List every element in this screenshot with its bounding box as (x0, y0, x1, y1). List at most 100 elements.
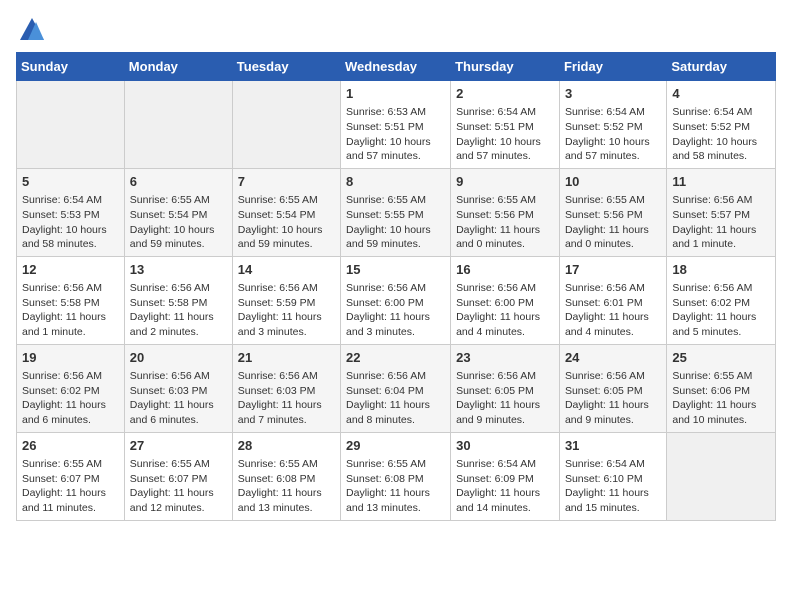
calendar-cell: 5 Sunrise: 6:54 AM Sunset: 5:53 PM Daylig… (17, 168, 125, 256)
day-number: 13 (130, 261, 227, 279)
calendar-cell: 25Sunrise: 6:55 AM Sunset: 6:06 PM Dayli… (667, 344, 776, 432)
calendar-cell: 8 Sunrise: 6:55 AM Sunset: 5:55 PM Daylig… (341, 168, 451, 256)
calendar-cell: 23 Sunrise: 6:56 AM Sunset: 6:05 PM Dayli… (451, 344, 560, 432)
day-number: 8 (346, 173, 445, 191)
day-info: Sunrise: 6:56 AM Sunset: 5:59 PM Dayligh… (238, 281, 335, 340)
calendar-cell: 22 Sunrise: 6:56 AM Sunset: 6:04 PM Dayli… (341, 344, 451, 432)
day-info: Sunrise: 6:55 AM Sunset: 6:08 PM Dayligh… (238, 457, 335, 516)
calendar-cell: 30 Sunrise: 6:54 AM Sunset: 6:09 PM Dayli… (451, 432, 560, 520)
calendar-cell: 2 Sunrise: 6:54 AM Sunset: 5:51 PM Daylig… (451, 81, 560, 169)
calendar-cell: 7Sunrise: 6:55 AM Sunset: 5:54 PM Daylig… (232, 168, 340, 256)
day-info: Sunrise: 6:56 AM Sunset: 5:58 PM Dayligh… (22, 281, 119, 340)
calendar-cell: 16 Sunrise: 6:56 AM Sunset: 6:00 PM Dayli… (451, 256, 560, 344)
day-number: 18 (672, 261, 770, 279)
day-number: 16 (456, 261, 554, 279)
day-number: 14 (238, 261, 335, 279)
calendar-cell: 12 Sunrise: 6:56 AM Sunset: 5:58 PM Dayli… (17, 256, 125, 344)
calendar-cell: 28 Sunrise: 6:55 AM Sunset: 6:08 PM Dayli… (232, 432, 340, 520)
day-number: 3 (565, 85, 661, 103)
day-info: Sunrise: 6:54 AM Sunset: 5:51 PM Dayligh… (456, 105, 554, 164)
page-header (16, 16, 776, 44)
day-number: 10 (565, 173, 661, 191)
day-info: Sunrise: 6:55 AM Sunset: 6:08 PM Dayligh… (346, 457, 445, 516)
day-info: Sunrise: 6:55 AM Sunset: 5:56 PM Dayligh… (565, 193, 661, 252)
day-number: 2 (456, 85, 554, 103)
calendar-cell (124, 81, 232, 169)
day-number: 23 (456, 349, 554, 367)
weekday-header-row: SundayMondayTuesdayWednesdayThursdayFrid… (17, 53, 776, 81)
weekday-header-monday: Monday (124, 53, 232, 81)
day-info: Sunrise: 6:55 AM Sunset: 6:07 PM Dayligh… (22, 457, 119, 516)
calendar-table: SundayMondayTuesdayWednesdayThursdayFrid… (16, 52, 776, 521)
calendar-cell: 14 Sunrise: 6:56 AM Sunset: 5:59 PM Dayli… (232, 256, 340, 344)
logo (16, 16, 46, 44)
day-number: 1 (346, 85, 445, 103)
day-info: Sunrise: 6:56 AM Sunset: 6:02 PM Dayligh… (22, 369, 119, 428)
day-info: Sunrise: 6:56 AM Sunset: 6:00 PM Dayligh… (456, 281, 554, 340)
day-number: 9 (456, 173, 554, 191)
calendar-cell: 26 Sunrise: 6:55 AM Sunset: 6:07 PM Dayli… (17, 432, 125, 520)
day-info: Sunrise: 6:56 AM Sunset: 6:05 PM Dayligh… (456, 369, 554, 428)
day-number: 11 (672, 173, 770, 191)
weekday-header-thursday: Thursday (451, 53, 560, 81)
calendar-cell: 31Sunrise: 6:54 AM Sunset: 6:10 PM Dayli… (559, 432, 666, 520)
week-row-3: 12 Sunrise: 6:56 AM Sunset: 5:58 PM Dayli… (17, 256, 776, 344)
calendar-cell: 20 Sunrise: 6:56 AM Sunset: 6:03 PM Dayli… (124, 344, 232, 432)
calendar-cell: 13 Sunrise: 6:56 AM Sunset: 5:58 PM Dayli… (124, 256, 232, 344)
day-info: Sunrise: 6:54 AM Sunset: 5:52 PM Dayligh… (565, 105, 661, 164)
day-number: 12 (22, 261, 119, 279)
weekday-header-saturday: Saturday (667, 53, 776, 81)
calendar-cell: 21Sunrise: 6:56 AM Sunset: 6:03 PM Dayli… (232, 344, 340, 432)
calendar-cell: 29 Sunrise: 6:55 AM Sunset: 6:08 PM Dayli… (341, 432, 451, 520)
day-number: 29 (346, 437, 445, 455)
day-info: Sunrise: 6:56 AM Sunset: 6:01 PM Dayligh… (565, 281, 661, 340)
day-info: Sunrise: 6:55 AM Sunset: 6:07 PM Dayligh… (130, 457, 227, 516)
day-number: 5 (22, 173, 119, 191)
day-number: 26 (22, 437, 119, 455)
day-number: 24 (565, 349, 661, 367)
day-info: Sunrise: 6:56 AM Sunset: 6:00 PM Dayligh… (346, 281, 445, 340)
week-row-5: 26 Sunrise: 6:55 AM Sunset: 6:07 PM Dayli… (17, 432, 776, 520)
calendar-cell: 6Sunrise: 6:55 AM Sunset: 5:54 PM Daylig… (124, 168, 232, 256)
week-row-2: 5 Sunrise: 6:54 AM Sunset: 5:53 PM Daylig… (17, 168, 776, 256)
day-number: 17 (565, 261, 661, 279)
weekday-header-friday: Friday (559, 53, 666, 81)
day-info: Sunrise: 6:55 AM Sunset: 5:56 PM Dayligh… (456, 193, 554, 252)
logo-icon (18, 16, 46, 44)
calendar-cell: 11Sunrise: 6:56 AM Sunset: 5:57 PM Dayli… (667, 168, 776, 256)
calendar-cell (232, 81, 340, 169)
day-info: Sunrise: 6:56 AM Sunset: 6:02 PM Dayligh… (672, 281, 770, 340)
calendar-cell: 9 Sunrise: 6:55 AM Sunset: 5:56 PM Daylig… (451, 168, 560, 256)
week-row-4: 19Sunrise: 6:56 AM Sunset: 6:02 PM Dayli… (17, 344, 776, 432)
day-number: 20 (130, 349, 227, 367)
calendar-cell: 18 Sunrise: 6:56 AM Sunset: 6:02 PM Dayli… (667, 256, 776, 344)
day-number: 27 (130, 437, 227, 455)
calendar-cell (17, 81, 125, 169)
day-number: 31 (565, 437, 661, 455)
calendar-cell: 10 Sunrise: 6:55 AM Sunset: 5:56 PM Dayli… (559, 168, 666, 256)
day-number: 30 (456, 437, 554, 455)
day-info: Sunrise: 6:56 AM Sunset: 5:58 PM Dayligh… (130, 281, 227, 340)
calendar-cell: 4Sunrise: 6:54 AM Sunset: 5:52 PM Daylig… (667, 81, 776, 169)
day-info: Sunrise: 6:56 AM Sunset: 6:03 PM Dayligh… (130, 369, 227, 428)
calendar-cell: 15Sunrise: 6:56 AM Sunset: 6:00 PM Dayli… (341, 256, 451, 344)
weekday-header-tuesday: Tuesday (232, 53, 340, 81)
calendar-cell (667, 432, 776, 520)
calendar-cell: 19Sunrise: 6:56 AM Sunset: 6:02 PM Dayli… (17, 344, 125, 432)
day-info: Sunrise: 6:56 AM Sunset: 6:03 PM Dayligh… (238, 369, 335, 428)
calendar-cell: 1 Sunrise: 6:53 AM Sunset: 5:51 PM Daylig… (341, 81, 451, 169)
day-number: 22 (346, 349, 445, 367)
day-number: 25 (672, 349, 770, 367)
day-info: Sunrise: 6:54 AM Sunset: 6:09 PM Dayligh… (456, 457, 554, 516)
day-info: Sunrise: 6:54 AM Sunset: 5:53 PM Dayligh… (22, 193, 119, 252)
day-info: Sunrise: 6:53 AM Sunset: 5:51 PM Dayligh… (346, 105, 445, 164)
calendar-cell: 24 Sunrise: 6:56 AM Sunset: 6:05 PM Dayli… (559, 344, 666, 432)
weekday-header-wednesday: Wednesday (341, 53, 451, 81)
week-row-1: 1 Sunrise: 6:53 AM Sunset: 5:51 PM Daylig… (17, 81, 776, 169)
day-info: Sunrise: 6:56 AM Sunset: 6:04 PM Dayligh… (346, 369, 445, 428)
day-number: 4 (672, 85, 770, 103)
day-info: Sunrise: 6:55 AM Sunset: 5:55 PM Dayligh… (346, 193, 445, 252)
day-info: Sunrise: 6:56 AM Sunset: 6:05 PM Dayligh… (565, 369, 661, 428)
day-info: Sunrise: 6:55 AM Sunset: 5:54 PM Dayligh… (238, 193, 335, 252)
day-number: 28 (238, 437, 335, 455)
